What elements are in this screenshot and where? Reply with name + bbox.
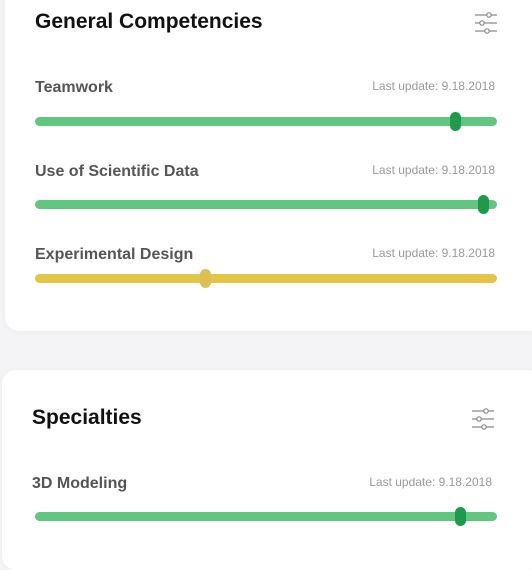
competency-row-experimental-design: Experimental Design Last update: 9.18.20…: [0, 245, 532, 305]
competency-label: Use of Scientific Data: [35, 163, 199, 180]
last-update-text: Last update: 9.18.2018: [372, 79, 495, 93]
competency-slider-thumb[interactable]: [449, 112, 461, 131]
general-competencies-title: General Competencies: [35, 10, 263, 33]
competency-slider-thumb[interactable]: [200, 269, 212, 288]
sliders-icon: [472, 408, 494, 430]
last-update-text: Last update: 9.18.2018: [372, 163, 495, 177]
competency-label: Experimental Design: [35, 246, 194, 263]
specialty-slider-track[interactable]: [35, 512, 497, 521]
specialties-filter-button[interactable]: [471, 407, 495, 431]
specialty-label: 3D Modeling: [32, 475, 128, 492]
competency-slider-thumb[interactable]: [477, 195, 489, 214]
competency-label: Teamwork: [35, 79, 113, 96]
general-filter-button[interactable]: [474, 11, 498, 35]
last-update-text: Last update: 9.18.2018: [372, 246, 495, 260]
specialty-row-3d-modeling: 3D Modeling Last update: 9.18.2018: [0, 474, 532, 534]
specialties-title: Specialties: [32, 406, 142, 429]
competency-slider-track[interactable]: [35, 200, 497, 209]
competency-row-scientific-data: Use of Scientific Data Last update: 9.18…: [0, 162, 532, 222]
last-update-text: Last update: 9.18.2018: [369, 475, 492, 489]
specialty-slider-thumb[interactable]: [454, 507, 466, 526]
competency-slider-track[interactable]: [35, 274, 497, 283]
sliders-icon: [475, 12, 497, 34]
competency-row-teamwork: Teamwork Last update: 9.18.2018: [0, 78, 532, 138]
competency-slider-track[interactable]: [35, 117, 497, 126]
specialties-card: [2, 370, 532, 570]
